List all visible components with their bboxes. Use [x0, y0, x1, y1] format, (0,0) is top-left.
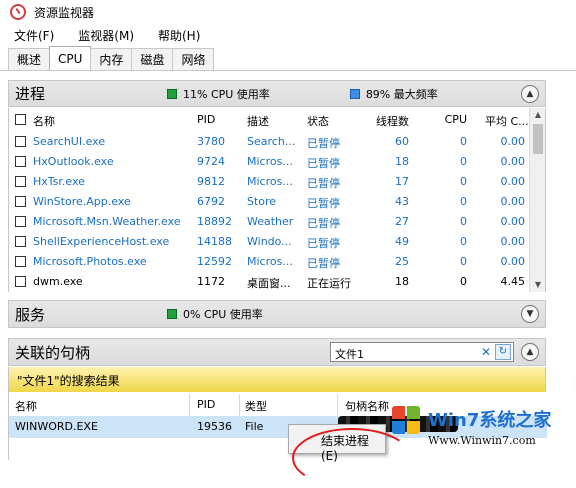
cpu-usage-text: 11% CPU 使用率	[183, 87, 270, 101]
row-checkbox[interactable]	[15, 256, 26, 267]
menu-file[interactable]: 文件(F)	[14, 27, 54, 44]
max-frequency-text: 89% 最大频率	[365, 87, 438, 101]
col-avg-cpu[interactable]: 平均 C...	[485, 113, 529, 129]
process-table-header: 名称 PID 描述 状态 线程数 CPU 平均 C...	[9, 110, 531, 130]
search-result-banner: "文件1"的搜索结果	[8, 367, 546, 392]
col-handle-title[interactable]: 句柄名称	[345, 398, 389, 414]
max-frequency-legend: 89% 最大频率	[349, 86, 438, 102]
table-row[interactable]: Microsoft.Msn.Weather.exe 18892 Weather …	[9, 212, 531, 232]
resource-monitor-icon	[10, 4, 26, 20]
col-name[interactable]: 名称	[33, 113, 55, 129]
max-frequency-swatch	[349, 88, 360, 99]
menu-monitor[interactable]: 监视器(M)	[78, 27, 134, 44]
services-section-title: 服务	[15, 305, 46, 324]
services-cpu-legend: 0% CPU 使用率	[167, 306, 263, 322]
col-handle-pid[interactable]: PID	[197, 398, 215, 411]
handles-section-title: 关联的句柄	[15, 343, 91, 362]
col-pid[interactable]: PID	[197, 113, 215, 126]
col-handle-type[interactable]: 类型	[245, 398, 267, 414]
table-row[interactable]: Microsoft.Photos.exe 12592 Micros... 已暂停…	[9, 252, 531, 272]
collapse-chevron-up-icon[interactable]: ▲	[521, 84, 539, 103]
table-row[interactable]: dwm.exe 1172 桌面窗... 正在运行 18 0 4.45	[9, 272, 531, 292]
scroll-down-arrow-icon[interactable]: ▼	[530, 278, 546, 292]
row-checkbox[interactable]	[15, 136, 26, 147]
tab-disk[interactable]: 磁盘	[131, 48, 174, 70]
row-checkbox[interactable]	[15, 216, 26, 227]
table-row[interactable]: WinStore.App.exe 6792 Store 已暂停 43 0 0.0…	[9, 192, 531, 212]
watermark-url: Www.Winwin7.com	[428, 434, 536, 447]
row-checkbox[interactable]	[15, 156, 26, 167]
table-row[interactable]: SearchUI.exe 3780 Search... 已暂停 60 0 0.0…	[9, 132, 531, 152]
table-row[interactable]: HxTsr.exe 9812 Micros... 已暂停 17 0 0.00	[9, 172, 531, 192]
window-title: 资源监视器	[34, 5, 95, 20]
tab-overview[interactable]: 概述	[8, 48, 51, 70]
services-section-header[interactable]: 服务 0% CPU 使用率 ▼	[8, 300, 546, 328]
tab-network[interactable]: 网络	[172, 48, 215, 70]
row-checkbox[interactable]	[15, 276, 26, 287]
services-cpu-text: 0% CPU 使用率	[183, 308, 263, 321]
menu-bar: 文件(F) 监视器(M) 帮助(H)	[0, 24, 576, 46]
handle-search-input[interactable]: 文件1 ✕ ↻	[330, 342, 514, 362]
tab-memory[interactable]: 内存	[90, 48, 133, 70]
cpu-usage-legend: 11% CPU 使用率	[167, 86, 270, 102]
scroll-up-arrow-icon[interactable]: ▲	[530, 108, 546, 122]
title-bar: 资源监视器	[0, 0, 576, 24]
refresh-search-icon[interactable]: ↻	[495, 344, 511, 360]
row-checkbox[interactable]	[15, 196, 26, 207]
windows-logo-icon	[392, 406, 422, 436]
tab-strip: 概述 CPU 内存 磁盘 网络	[8, 46, 215, 70]
table-row[interactable]: ShellExperienceHost.exe 14188 Windo... 已…	[9, 232, 531, 252]
search-result-text: "文件1"的搜索结果	[17, 374, 120, 388]
col-handle-name[interactable]: 名称	[15, 398, 37, 414]
handle-search-value: 文件1	[335, 348, 364, 361]
process-scrollbar[interactable]: ▲ ▼	[529, 108, 545, 292]
col-cpu[interactable]: CPU	[429, 113, 467, 126]
col-status[interactable]: 状态	[307, 113, 329, 129]
process-section-header[interactable]: 进程 11% CPU 使用率 89% 最大频率 ▲	[8, 80, 546, 107]
clear-search-icon[interactable]: ✕	[481, 345, 491, 359]
col-threads[interactable]: 线程数	[365, 113, 409, 129]
row-checkbox[interactable]	[15, 176, 26, 187]
watermark: Win7系统之家 Www.Winwin7.com	[392, 404, 568, 454]
menu-help[interactable]: 帮助(H)	[158, 27, 200, 44]
tab-divider	[0, 70, 576, 71]
col-description[interactable]: 描述	[247, 113, 269, 129]
collapse-chevron-up-icon[interactable]: ▲	[521, 343, 539, 361]
watermark-title: Win7系统之家	[428, 410, 552, 431]
table-row[interactable]: HxOutlook.exe 9724 Micros... 已暂停 18 0 0.…	[9, 152, 531, 172]
expand-chevron-down-icon[interactable]: ▼	[521, 305, 539, 323]
select-all-checkbox[interactable]	[15, 114, 26, 125]
tab-cpu[interactable]: CPU	[49, 46, 92, 70]
row-checkbox[interactable]	[15, 236, 26, 247]
cpu-usage-swatch	[167, 88, 177, 99]
process-table: 名称 PID 描述 状态 线程数 CPU 平均 C... SearchUI.ex…	[8, 108, 546, 292]
services-cpu-swatch	[167, 309, 177, 319]
scroll-thumb[interactable]	[533, 124, 543, 154]
process-section-title: 进程	[15, 85, 46, 103]
